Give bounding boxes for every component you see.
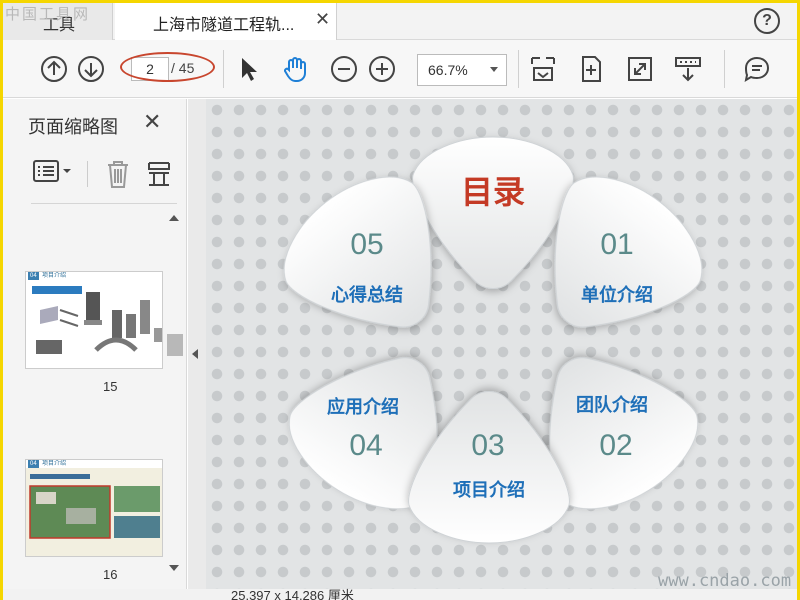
zoom-value: 66.7% [428,62,468,78]
petal-num-03: 03 [471,429,504,462]
full-screen-icon[interactable] [625,54,655,84]
collapse-sidebar-icon[interactable] [192,349,198,359]
sidebar-splitter[interactable] [188,99,206,589]
page-thumbnail-15[interactable]: 04 项目介绍 [25,271,163,369]
scroll-down-icon[interactable] [169,565,179,571]
petal-num-05: 05 [350,228,383,261]
scroll-mode-icon[interactable] [673,54,703,84]
tab-document[interactable]: 上海市隧道工程轨... [115,3,337,40]
petal-num-01: 01 [600,228,633,261]
zoom-out-icon[interactable] [329,54,359,84]
close-sidebar-icon[interactable]: ✕ [143,109,161,135]
tab-bar: 工具 中国工具网 上海市隧道工程轨... ✕ ? [3,3,797,40]
toolbar: 2 / 45 66.7% [3,40,797,98]
thumbnail-options-icon[interactable] [33,159,73,185]
zoom-in-icon[interactable] [367,54,397,84]
comment-icon[interactable] [742,54,772,84]
zoom-select[interactable]: 66.7% [417,54,507,86]
scroll-up-icon[interactable] [169,215,179,221]
petal-label-03: 项目介绍 [453,479,525,501]
thumbnail-illustration [32,286,162,354]
sidebar-scrollbar[interactable] [165,209,183,579]
chevron-down-icon [490,67,498,72]
thumbnail-tag: 04 [28,272,39,280]
page-size-readout: 25.397 x 14.286 厘米 [231,588,354,600]
petal-label-02: 团队介绍 [576,394,648,416]
thumbnail-header: 项目介绍 [42,461,67,467]
thumbnail-sidebar: 页面缩略图 ✕ 04 项目介绍 15 04 项目介绍 16 [3,99,187,589]
petal-num-02: 02 [599,429,632,462]
delete-page-icon[interactable] [105,159,131,189]
help-icon[interactable]: ? [754,8,780,34]
thumbnail-illustration [26,468,162,556]
document-view[interactable]: 目录 01 单位介绍 05 心得总结 团队介绍 02 应用介绍 04 03 项目… [206,99,797,589]
page-thumbnail-16[interactable]: 04 项目介绍 [25,459,163,557]
tab-document-label: 上海市隧道工程轨... [153,17,295,34]
petal-label-04: 应用介绍 [327,396,399,418]
petal-label-01: 单位介绍 [581,284,653,306]
thumbnail-page-number: 16 [103,567,118,582]
petal-num-04: 04 [349,429,382,462]
watermark-bottom: www.cndao.com [658,571,792,591]
toc-slide: 目录 01 单位介绍 05 心得总结 团队介绍 02 应用介绍 04 03 项目… [261,136,725,544]
petal-label-05: 心得总结 [331,284,403,306]
annotation-circle [120,52,215,82]
scroll-thumb[interactable] [167,334,183,356]
rotate-page-icon[interactable] [576,54,606,84]
watermark-top: 中国工具网 [5,5,91,23]
slide-title: 目录 [461,173,525,211]
previous-page-icon[interactable] [39,54,69,84]
select-cursor-icon[interactable] [234,54,264,84]
close-tab-icon[interactable]: ✕ [315,9,330,30]
sidebar-title: 页面缩略图 [28,117,118,137]
thumbnail-header: 项目介绍 [42,273,67,279]
fit-page-icon[interactable] [528,54,558,84]
extract-page-icon[interactable] [146,159,172,189]
thumbnail-tag: 04 [28,460,39,468]
thumbnail-page-number: 15 [103,379,118,394]
petal-title: 目录 [412,136,574,289]
hand-tool-icon[interactable] [280,54,310,84]
next-page-icon[interactable] [76,54,106,84]
